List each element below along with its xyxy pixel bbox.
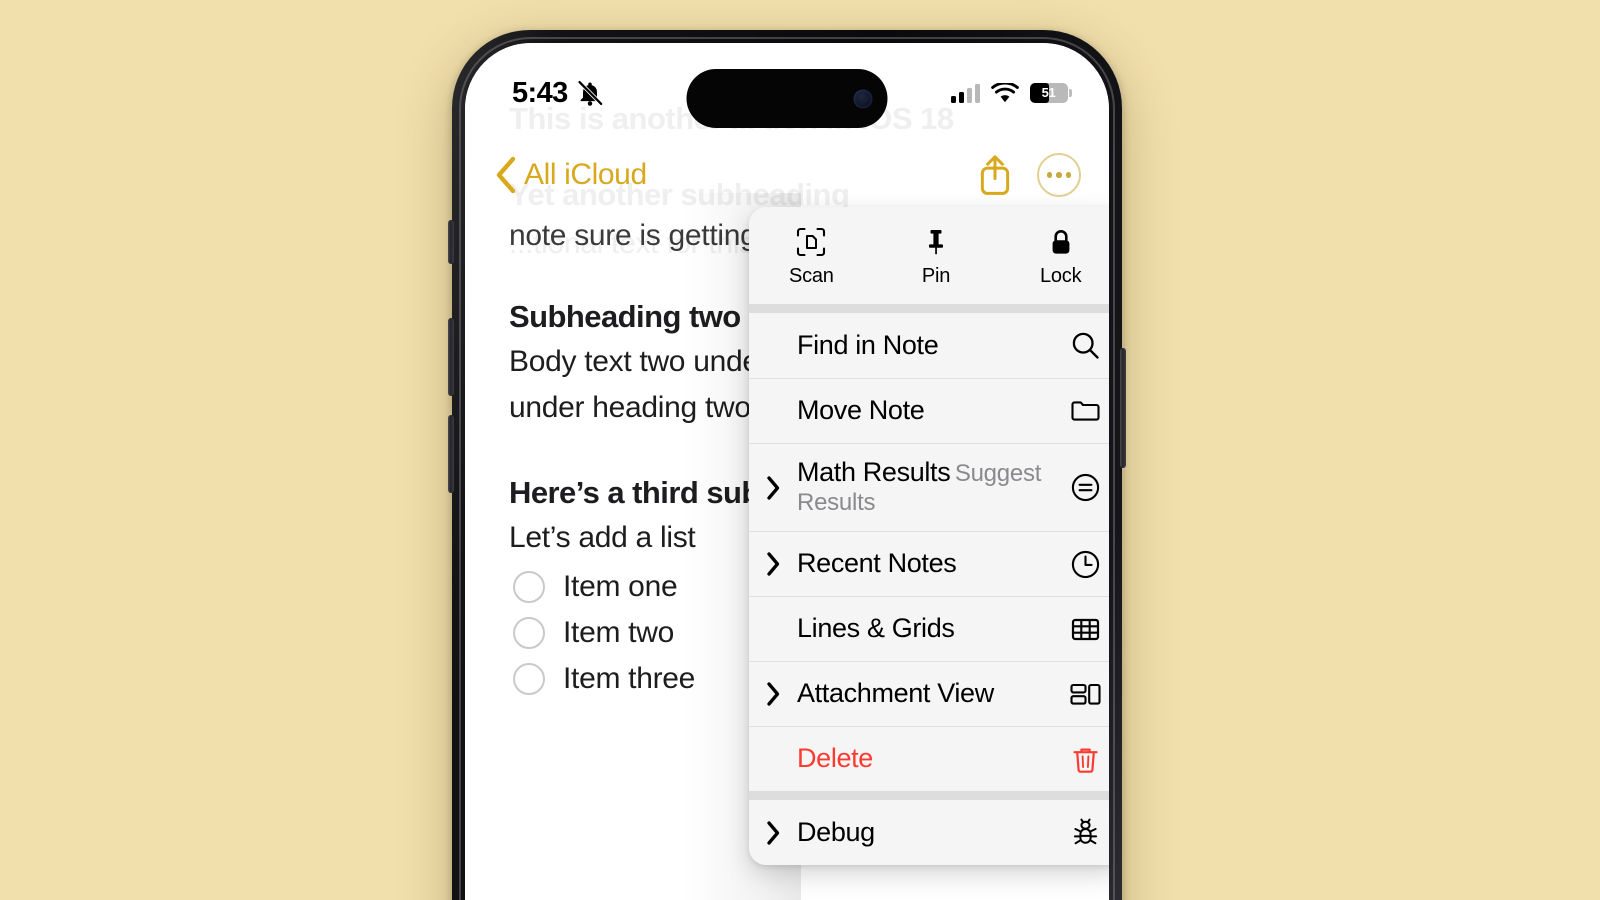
quick-action-pin[interactable]: Pin	[874, 227, 999, 288]
quick-actions-row: Scan Pin Lock	[749, 207, 1109, 304]
navigation-bar: All iCloud	[465, 143, 1109, 207]
wifi-icon	[991, 82, 1019, 102]
menu-item-math-results[interactable]: Math Results Suggest Results	[749, 443, 1109, 531]
chevron-right-icon	[767, 552, 780, 576]
phone-screen: This is another ... tion in iOS 18 Yet a…	[465, 43, 1109, 900]
menu-item-find-in-note[interactable]: Find in Note	[749, 313, 1109, 378]
menu-item-attachment-view[interactable]: Attachment View	[749, 661, 1109, 726]
grid-icon	[1067, 614, 1103, 645]
menu-group-debug: Debug	[749, 800, 1109, 865]
pin-icon	[929, 230, 943, 255]
volume-up-button[interactable]	[448, 318, 454, 396]
dynamic-island[interactable]	[686, 69, 888, 128]
menu-item-move-note[interactable]: Move Note	[749, 378, 1109, 443]
chevron-right-icon	[767, 682, 780, 706]
menu-item-label: Delete	[797, 743, 873, 774]
submenu-chevron-slot	[765, 681, 795, 707]
menu-item-text: Lines & Grids	[795, 613, 1067, 644]
note-context-menu: Scan Pin Lock Find in Note Move Note Mat…	[749, 207, 1109, 865]
menu-item-text: Debug	[795, 817, 1067, 848]
volume-down-button[interactable]	[448, 415, 454, 493]
chevron-right-icon	[767, 820, 780, 845]
trash-icon	[1067, 744, 1103, 775]
battery-indicator: 51	[1030, 83, 1072, 103]
status-bar-right: 51	[951, 82, 1072, 104]
magnifier-icon	[1067, 330, 1103, 361]
menu-item-label: Recent Notes	[797, 548, 957, 579]
equals-circle-icon	[1067, 472, 1103, 503]
share-icon[interactable]	[975, 152, 1015, 198]
checkbox-circle-icon[interactable]	[513, 617, 545, 650]
menu-item-label: Math Results	[797, 457, 951, 488]
menu-section-divider	[749, 304, 1109, 313]
checkbox-circle-icon[interactable]	[513, 663, 545, 696]
menu-item-text: Attachment View	[795, 678, 1067, 709]
navigation-bar-actions	[975, 152, 1081, 198]
lock-icon	[1052, 230, 1070, 254]
menu-group-primary: Find in Note Move Note Math Results Sugg…	[749, 313, 1109, 791]
menu-item-text: Move Note	[795, 395, 1067, 426]
attachment-view-icon	[1067, 679, 1103, 710]
battery-percent-label: 51	[1041, 85, 1056, 100]
bell-slash-icon	[577, 80, 603, 106]
checkbox-circle-icon[interactable]	[513, 571, 545, 604]
menu-item-label: Debug	[797, 816, 875, 847]
ellipsis-dot	[1056, 172, 1062, 178]
document-scan-icon	[797, 227, 826, 257]
clock-icon	[1067, 549, 1103, 580]
checklist-item-label: Item one	[563, 570, 678, 604]
more-options-button[interactable]	[1037, 153, 1081, 197]
ellipsis-dot	[1065, 172, 1072, 178]
folder-icon	[1067, 396, 1103, 427]
chevron-right-icon	[767, 475, 780, 500]
quick-action-label: Lock	[1039, 265, 1082, 287]
screenshot-stage: This is another ... tion in iOS 18 Yet a…	[0, 0, 1600, 900]
bug-icon	[1067, 817, 1103, 848]
power-button[interactable]	[1120, 348, 1126, 468]
submenu-chevron-slot	[765, 475, 795, 501]
menu-item-text: Recent Notes	[795, 548, 1067, 579]
menu-item-label: Find in Note	[797, 329, 939, 360]
menu-item-text: Math Results Suggest Results	[795, 457, 1067, 518]
menu-item-delete[interactable]: Delete	[749, 726, 1109, 791]
checklist-item-label: Item two	[563, 616, 674, 650]
quick-action-label: Pin	[921, 265, 951, 287]
checklist-item-label: Item three	[563, 662, 696, 696]
chevron-left-icon	[496, 156, 516, 194]
menu-item-debug[interactable]: Debug	[749, 800, 1109, 865]
back-button-label: All iCloud	[524, 158, 647, 191]
menu-section-divider	[749, 791, 1109, 800]
submenu-chevron-slot	[765, 551, 795, 577]
menu-item-label: Attachment View	[797, 678, 994, 709]
cellular-bars-icon	[951, 83, 980, 103]
menu-item-label: Move Note	[797, 395, 925, 426]
quick-action-lock[interactable]: Lock	[998, 227, 1109, 288]
menu-item-recent-notes[interactable]: Recent Notes	[749, 531, 1109, 596]
status-time: 5:43	[512, 76, 568, 109]
status-bar-left: 5:43	[512, 77, 604, 110]
iphone-device: This is another ... tion in iOS 18 Yet a…	[448, 30, 1126, 900]
front-camera-lens	[853, 89, 873, 108]
back-button[interactable]: All iCloud	[495, 156, 647, 194]
battery-tip	[1069, 89, 1072, 97]
quick-action-label: Scan	[788, 265, 834, 287]
menu-item-text: Delete	[795, 743, 1067, 774]
submenu-chevron-slot	[765, 820, 795, 846]
action-button[interactable]	[448, 220, 454, 264]
ellipsis-dot	[1046, 172, 1053, 178]
menu-item-label: Lines & Grids	[797, 613, 955, 644]
menu-item-lines-and-grids[interactable]: Lines & Grids	[749, 596, 1109, 661]
menu-item-text: Find in Note	[795, 330, 1067, 361]
quick-action-scan[interactable]: Scan	[749, 227, 874, 288]
